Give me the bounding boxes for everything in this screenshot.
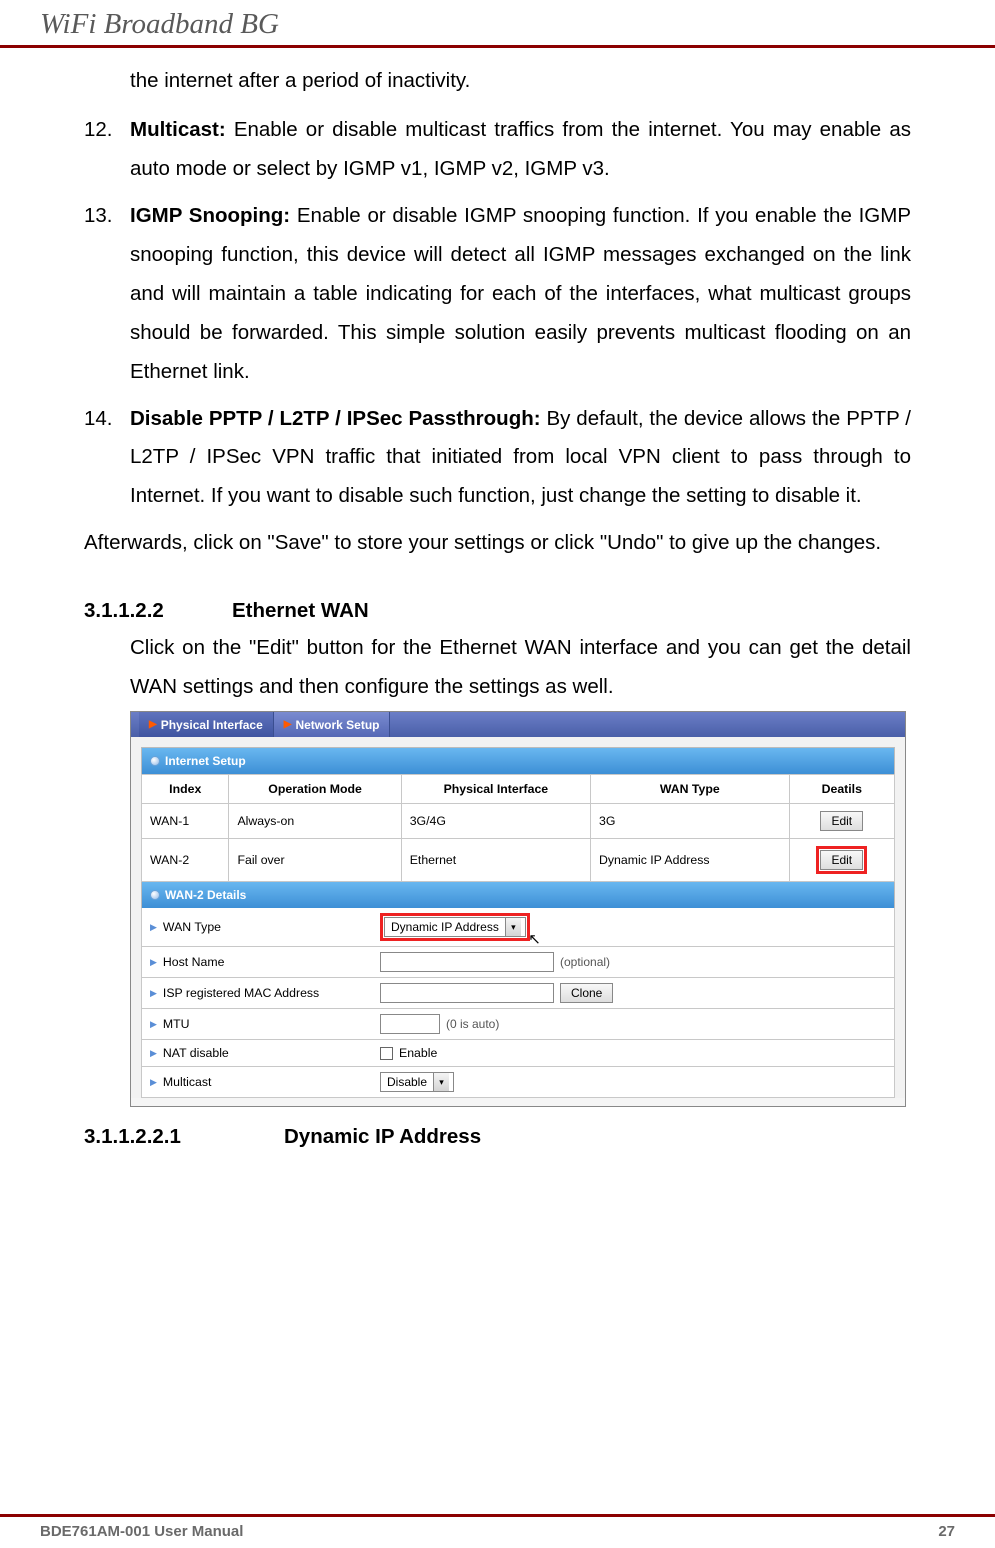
cell-wtype: 3G — [591, 804, 790, 839]
subsection-heading: 3.1.1.2.2.1 Dynamic IP Address — [84, 1125, 911, 1149]
list-item: 14. Disable PPTP / L2TP / IPSec Passthro… — [84, 400, 911, 517]
edit-button[interactable]: Edit — [820, 811, 863, 831]
section-title: Ethernet WAN — [232, 599, 369, 623]
doc-header-title: WiFi Broadband BG — [40, 8, 955, 41]
wan-type-select[interactable]: Dynamic IP Address ▾ — [384, 917, 526, 937]
select-value: Disable — [387, 1075, 427, 1089]
wan-table: Index Operation Mode Physical Interface … — [141, 774, 895, 882]
table-row: WAN-1 Always-on 3G/4G 3G Edit — [142, 804, 895, 839]
mac-input[interactable] — [380, 983, 554, 1003]
mtu-input[interactable] — [380, 1014, 440, 1034]
panel-title: WAN-2 Details — [165, 888, 246, 902]
section-number: 3.1.1.2.2 — [84, 599, 232, 623]
page-footer: BDE761AM-001 User Manual 27 — [0, 1514, 995, 1548]
mtu-note: (0 is auto) — [446, 1017, 499, 1031]
edit-highlight-frame: Edit — [816, 846, 867, 874]
disc-icon — [150, 890, 160, 900]
section-heading: 3.1.1.2.2 Ethernet WAN — [84, 599, 911, 623]
multicast-select[interactable]: Disable ▾ — [380, 1072, 454, 1092]
cell-wtype: Dynamic IP Address — [591, 839, 790, 882]
list-body: Multicast: Enable or disable multicast t… — [130, 111, 911, 189]
triangle-icon: ▶ — [150, 1019, 157, 1030]
detail-row-isp-mac: ▶ ISP registered MAC Address Clone — [141, 978, 895, 1009]
nat-checkbox[interactable] — [380, 1047, 393, 1060]
checkbox-label: Enable — [399, 1046, 437, 1060]
triangle-icon: ▶ — [150, 988, 157, 999]
col-index: Index — [142, 775, 229, 804]
triangle-icon: ▶ — [150, 1048, 157, 1059]
cell-index: WAN-2 — [142, 839, 229, 882]
tab-network-setup[interactable]: ▶Network Setup — [274, 712, 391, 737]
subsection-title: Dynamic IP Address — [284, 1125, 481, 1149]
detail-row-nat-disable: ▶ NAT disable Enable — [141, 1040, 895, 1067]
cell-mode: Always-on — [229, 804, 401, 839]
chevron-down-icon: ▾ — [433, 1073, 449, 1091]
footer-page-number: 27 — [938, 1523, 955, 1540]
arrow-icon: ▶ — [149, 719, 157, 730]
detail-row-multicast: ▶ Multicast Disable ▾ — [141, 1067, 895, 1098]
list-number: 12. — [84, 111, 130, 189]
cell-phys: 3G/4G — [401, 804, 590, 839]
embedded-screenshot: ▶Physical Interface ▶Network Setup Inter… — [130, 711, 906, 1107]
detail-label: Multicast — [163, 1075, 212, 1089]
list-text: Enable or disable multicast traffics fro… — [130, 118, 911, 180]
cell-index: WAN-1 — [142, 804, 229, 839]
triangle-icon: ▶ — [150, 957, 157, 968]
detail-label: WAN Type — [163, 920, 221, 934]
afterwards-text: Afterwards, click on "Save" to store you… — [84, 524, 911, 563]
detail-row-wan-type: ▶ WAN Type Dynamic IP Address ▾ ↖ — [141, 908, 895, 947]
triangle-icon: ▶ — [150, 922, 157, 933]
detail-label: ISP registered MAC Address — [163, 986, 319, 1000]
hostname-input[interactable] — [380, 952, 554, 972]
section-intro: Click on the "Edit" button for the Ether… — [130, 629, 911, 707]
panel-header-internet-setup: Internet Setup — [141, 747, 895, 774]
col-mode: Operation Mode — [229, 775, 401, 804]
list-bold: IGMP Snooping: — [130, 204, 290, 227]
tab-label: Network Setup — [295, 718, 379, 732]
panel-header-wan2-details: WAN-2 Details — [141, 882, 895, 908]
detail-row-host-name: ▶ Host Name (optional) — [141, 947, 895, 978]
wan-type-highlight: Dynamic IP Address▾ ↖ — [380, 913, 530, 941]
arrow-icon: ▶ — [284, 719, 292, 730]
table-header-row: Index Operation Mode Physical Interface … — [142, 775, 895, 804]
edit-button[interactable]: Edit — [820, 850, 863, 870]
detail-label: NAT disable — [163, 1046, 229, 1060]
disc-icon — [150, 756, 160, 766]
table-row: WAN-2 Fail over Ethernet Dynamic IP Addr… — [142, 839, 895, 882]
list-number: 14. — [84, 400, 130, 517]
list-bold: Multicast: — [130, 118, 226, 141]
chevron-down-icon: ▾ — [505, 918, 521, 936]
tab-label: Physical Interface — [161, 718, 263, 732]
list-item: 12. Multicast: Enable or disable multica… — [84, 111, 911, 189]
list-text: Enable or disable IGMP snooping function… — [130, 204, 911, 383]
cell-phys: Ethernet — [401, 839, 590, 882]
clone-button[interactable]: Clone — [560, 983, 613, 1003]
list-number: 13. — [84, 197, 130, 392]
col-details: Deatils — [789, 775, 894, 804]
list-bold: Disable PPTP / L2TP / IPSec Passthrough: — [130, 407, 541, 430]
list-body: IGMP Snooping: Enable or disable IGMP sn… — [130, 197, 911, 392]
footer-left: BDE761AM-001 User Manual — [40, 1523, 243, 1540]
col-phys: Physical Interface — [401, 775, 590, 804]
cell-mode: Fail over — [229, 839, 401, 882]
detail-label: Host Name — [163, 955, 225, 969]
list-body: Disable PPTP / L2TP / IPSec Passthrough:… — [130, 400, 911, 517]
detail-row-mtu: ▶ MTU (0 is auto) — [141, 1009, 895, 1040]
select-value: Dynamic IP Address — [391, 920, 499, 934]
panel-title: Internet Setup — [165, 754, 246, 768]
triangle-icon: ▶ — [150, 1077, 157, 1088]
tab-physical-interface[interactable]: ▶ Physical Interface — [139, 712, 274, 737]
optional-note: (optional) — [560, 955, 610, 969]
col-wtype: WAN Type — [591, 775, 790, 804]
subsection-number: 3.1.1.2.2.1 — [84, 1125, 284, 1149]
detail-label: MTU — [163, 1017, 190, 1031]
list-item: 13. IGMP Snooping: Enable or disable IGM… — [84, 197, 911, 392]
continuation-text: the internet after a period of inactivit… — [130, 62, 911, 101]
cursor-icon: ↖ — [528, 930, 541, 948]
